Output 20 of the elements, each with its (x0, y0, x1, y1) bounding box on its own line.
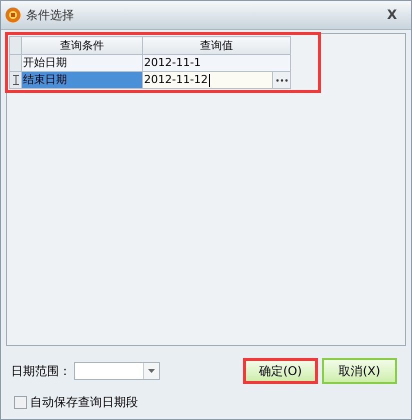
column-header[interactable]: 查询条件 (22, 36, 142, 54)
dialog-button[interactable]: 确定(O) (243, 358, 318, 384)
dialog-button[interactable]: 取消(X) (322, 358, 397, 384)
app-logo-icon (5, 7, 21, 23)
window-title: 条件选择 (26, 7, 74, 24)
text-caret (208, 74, 210, 86)
checkbox[interactable] (14, 396, 27, 408)
date-range-label: 日期范围： (11, 363, 71, 380)
table-cell[interactable]: 结束日期 (22, 72, 142, 88)
ellipsis-icon (276, 78, 288, 82)
date-range-dropdown[interactable] (74, 362, 160, 380)
dropdown-caret-icon (148, 369, 155, 373)
table-cell[interactable]: 开始日期 (22, 54, 142, 72)
column-header[interactable]: 查询值 (142, 36, 290, 54)
row-header[interactable] (10, 72, 22, 88)
text-cursor-icon (12, 75, 18, 85)
close-button[interactable]: X (386, 8, 397, 22)
corner-cell (10, 36, 22, 54)
ellipsis-button[interactable] (272, 72, 290, 88)
checkbox-label: 自动保存查询日期段 (30, 394, 138, 411)
